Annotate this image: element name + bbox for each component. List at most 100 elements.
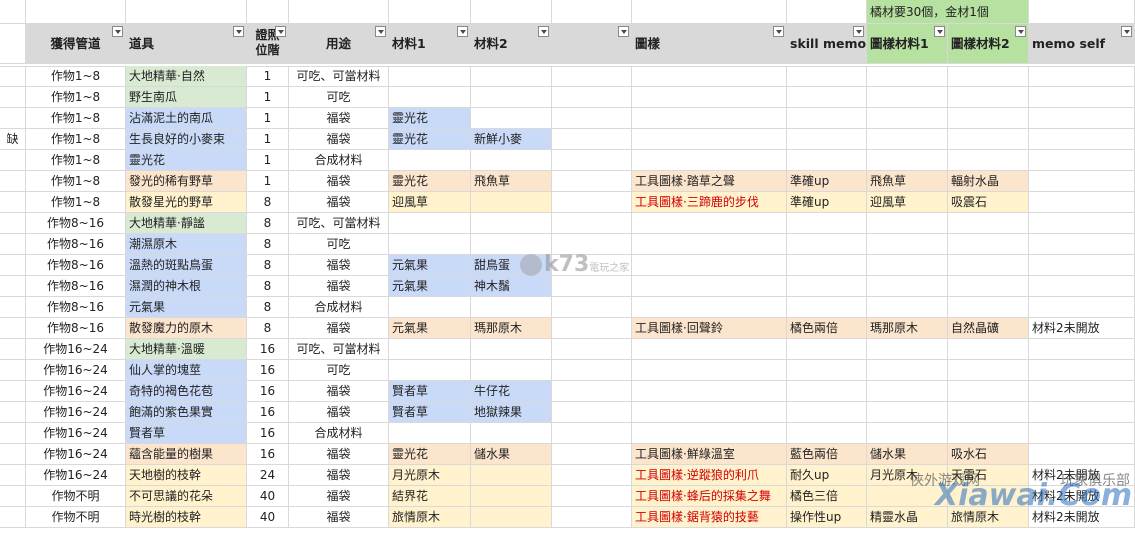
cell-item[interactable]: 蘊含能量的樹果 [126,444,247,465]
cell-blank[interactable] [552,87,632,108]
cell-mark[interactable] [0,171,26,192]
cell-mark[interactable] [0,486,26,507]
cell-blank[interactable] [552,507,632,528]
col-header-pmat2[interactable]: 圖樣材料2 [948,24,1029,64]
cell-pattern[interactable]: 工具圖樣·三蹄鹿的步伐 [632,192,787,213]
cell-pmat2[interactable] [948,381,1029,402]
cell-pmat2[interactable] [948,255,1029,276]
cell-item[interactable]: 生長良好的小麥束 [126,129,247,150]
cell-gain[interactable]: 作物不明 [26,507,126,528]
cell-mat2[interactable] [471,213,552,234]
cell-usage[interactable]: 合成材料 [289,423,389,444]
cell-item[interactable]: 賢者草 [126,423,247,444]
cell-skill[interactable] [787,129,867,150]
cell-memo[interactable] [1029,171,1135,192]
cell-item[interactable]: 溫熱的斑點鳥蛋 [126,255,247,276]
cell-mark[interactable] [0,234,26,255]
cell-usage[interactable]: 福袋 [289,444,389,465]
cell-tier[interactable]: 8 [247,276,289,297]
cell-pmat2[interactable] [948,402,1029,423]
cell-pmat1[interactable] [867,402,948,423]
col-header-pmat1[interactable]: 圖樣材料1 [867,24,948,64]
cell-memo[interactable] [1029,150,1135,171]
cell-item[interactable]: 時光樹的枝幹 [126,507,247,528]
cell-tier[interactable]: 40 [247,486,289,507]
cell-pmat1[interactable] [867,150,948,171]
cell-skill[interactable] [787,360,867,381]
cell-mat1[interactable]: 賢者草 [389,402,471,423]
cell-gain[interactable]: 作物16~24 [26,465,126,486]
cell-item[interactable]: 靈光花 [126,150,247,171]
cell-tier[interactable]: 16 [247,339,289,360]
cell-usage[interactable]: 可吃、可當材料 [289,213,389,234]
cell-pmat2[interactable] [948,87,1029,108]
filter-dropdown-icon[interactable] [112,26,123,37]
cell-blank[interactable] [552,465,632,486]
cell-gain[interactable]: 作物16~24 [26,423,126,444]
cell-pattern[interactable] [632,276,787,297]
cell-gain[interactable]: 作物16~24 [26,381,126,402]
cell-skill[interactable] [787,150,867,171]
cell-pattern[interactable] [632,255,787,276]
cell-skill[interactable] [787,255,867,276]
cell-tier[interactable]: 8 [247,297,289,318]
cell-usage[interactable]: 福袋 [289,486,389,507]
cell-tier[interactable]: 1 [247,150,289,171]
cell-blank[interactable] [552,108,632,129]
cell-pmat2[interactable] [948,234,1029,255]
cell-mat1[interactable] [389,66,471,87]
cell-blank[interactable] [552,381,632,402]
cell-pmat1[interactable] [867,213,948,234]
cell-pmat1[interactable] [867,360,948,381]
cell-mat2[interactable] [471,297,552,318]
cell-pmat2[interactable] [948,423,1029,444]
cell-pmat2[interactable] [948,360,1029,381]
cell-mat2[interactable] [471,108,552,129]
cell-pattern[interactable] [632,87,787,108]
cell-mat2[interactable]: 神木鬚 [471,276,552,297]
cell-pmat1[interactable] [867,108,948,129]
cell-pmat1[interactable] [867,339,948,360]
cell-mark[interactable] [0,339,26,360]
cell-blank[interactable] [552,66,632,87]
cell-tier[interactable]: 1 [247,108,289,129]
cell-pmat2[interactable] [948,66,1029,87]
cell-tier[interactable]: 16 [247,402,289,423]
cell-blank[interactable] [552,486,632,507]
cell-skill[interactable] [787,423,867,444]
cell-item[interactable]: 元氣果 [126,297,247,318]
cell-mat2[interactable]: 新鮮小麥 [471,129,552,150]
cell-skill[interactable] [787,381,867,402]
cell-pattern[interactable]: 工具圖樣·逆蹤狼的利爪 [632,465,787,486]
col-header-skill[interactable]: skill memo [787,24,867,64]
cell-usage[interactable]: 可吃 [289,87,389,108]
cell-pmat1[interactable] [867,255,948,276]
cell-mark[interactable] [0,402,26,423]
cell-mat1[interactable]: 元氣果 [389,318,471,339]
cell-mark[interactable] [0,444,26,465]
cell-pmat2[interactable] [948,339,1029,360]
cell-skill[interactable] [787,402,867,423]
cell-gain[interactable]: 作物不明 [26,486,126,507]
cell-mat1[interactable] [389,234,471,255]
cell-mat2[interactable] [471,465,552,486]
filter-dropdown-icon[interactable] [853,26,864,37]
cell-item[interactable]: 散發星光的野草 [126,192,247,213]
col-header-gain[interactable]: 獲得管道 [26,24,126,64]
cell-mat2[interactable] [471,192,552,213]
cell-mat2[interactable] [471,360,552,381]
filter-dropdown-icon[interactable] [773,26,784,37]
cell-memo[interactable] [1029,213,1135,234]
cell-mat1[interactable]: 元氣果 [389,255,471,276]
cell-mat1[interactable] [389,360,471,381]
cell-item[interactable]: 飽滿的紫色果實 [126,402,247,423]
cell-mat2[interactable] [471,486,552,507]
cell-mark[interactable] [0,381,26,402]
cell-skill[interactable] [787,234,867,255]
cell-memo[interactable] [1029,87,1135,108]
cell-mat1[interactable]: 迎風草 [389,192,471,213]
cell-mat1[interactable]: 靈光花 [389,108,471,129]
cell-gain[interactable]: 作物1~8 [26,87,126,108]
cell-usage[interactable]: 合成材料 [289,150,389,171]
cell-blank[interactable] [552,444,632,465]
